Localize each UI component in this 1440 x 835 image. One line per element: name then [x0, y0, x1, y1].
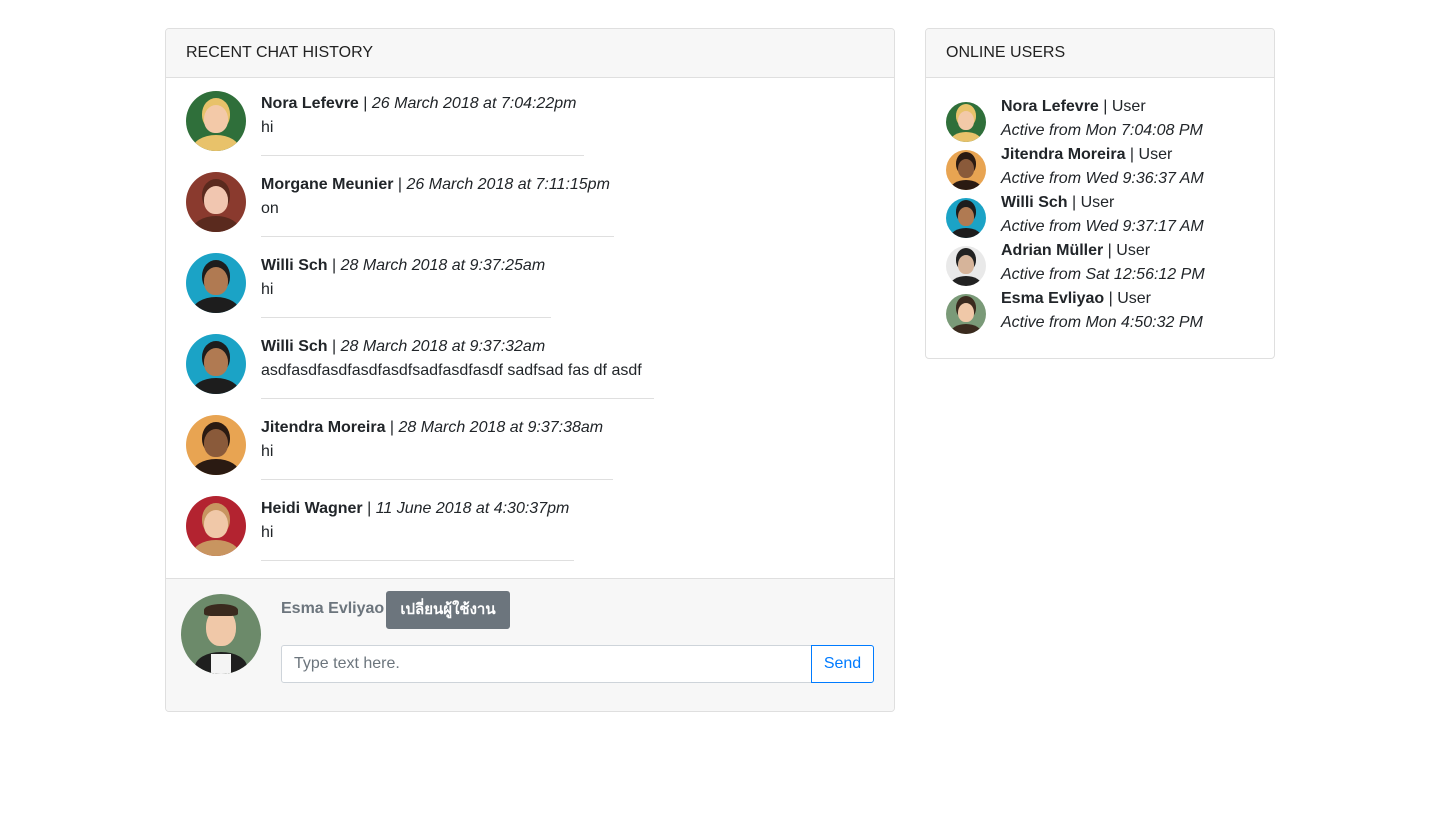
chat-message: Heidi Wagner | 11 June 2018 at 4:30:37pm…	[186, 496, 874, 577]
message-input[interactable]	[281, 645, 812, 683]
message-text: asdfasdfasdfasdfasdfsadfasdfasdf sadfsad…	[261, 362, 642, 379]
chat-message: Willi Sch | 28 March 2018 at 9:37:25am h…	[186, 253, 874, 334]
user-role: User	[1111, 98, 1146, 115]
message-author: Jitendra Moreira	[261, 419, 386, 436]
online-users-list: Nora Lefevre | User Active from Mon 7:04…	[926, 78, 1274, 342]
chat-message: Nora Lefevre | 26 March 2018 at 7:04:22p…	[186, 91, 874, 172]
user-active-since: Active from Mon 4:50:32 PM	[1001, 314, 1203, 331]
avatar	[186, 172, 246, 232]
meta-separator: |	[1103, 242, 1117, 259]
avatar	[946, 246, 986, 286]
user-name: Nora Lefevre	[1001, 98, 1099, 115]
user-name: Willi Sch	[1001, 194, 1068, 211]
message-author: Willi Sch	[261, 338, 328, 355]
message-author: Morgane Meunier	[261, 176, 394, 193]
message-text: hi	[261, 281, 274, 298]
avatar	[946, 294, 986, 334]
message-text: hi	[261, 524, 274, 541]
avatar	[186, 91, 246, 151]
message-timestamp: 26 March 2018 at 7:04:22pm	[371, 95, 577, 112]
user-active-since: Active from Sat 12:56:12 PM	[1001, 266, 1205, 283]
chat-message-list[interactable]: Nora Lefevre | 26 March 2018 at 7:04:22p…	[166, 78, 894, 577]
current-user-name: Esma Evliyao	[281, 600, 385, 617]
message-timestamp: 28 March 2018 at 9:37:25am	[340, 257, 546, 274]
user-role: User	[1117, 290, 1151, 307]
chat-message: Jitendra Moreira | 28 March 2018 at 9:37…	[186, 415, 874, 496]
chat-history-title: RECENT CHAT HISTORY	[166, 29, 894, 78]
meta-separator: |	[327, 338, 341, 355]
avatar	[186, 253, 246, 313]
chat-history-panel: RECENT CHAT HISTORY Nora Lefevre | 26 Ma…	[165, 28, 895, 712]
message-author: Willi Sch	[261, 257, 328, 274]
avatar	[946, 102, 986, 142]
message-text: hi	[261, 443, 274, 460]
message-divider	[261, 155, 584, 156]
message-author: Heidi Wagner	[261, 500, 363, 517]
current-user-avatar	[181, 594, 261, 674]
message-divider	[261, 236, 614, 237]
user-active-since: Active from Mon 7:04:08 PM	[1001, 122, 1203, 139]
online-users-panel: ONLINE USERS Nora Lefevre | User Active …	[925, 28, 1275, 359]
online-user[interactable]: Esma Evliyao | User Active from Mon 4:50…	[946, 290, 1254, 342]
chat-message: Willi Sch | 28 March 2018 at 9:37:32am a…	[186, 334, 874, 415]
user-role: User	[1080, 194, 1115, 211]
meta-separator: |	[1098, 98, 1112, 115]
switch-user-button[interactable]: เปลี่ยนผู้ใช้งาน	[386, 591, 510, 629]
avatar	[186, 415, 246, 475]
message-timestamp: 11 June 2018 at 4:30:37pm	[375, 500, 570, 517]
user-active-since: Active from Wed 9:37:17 AM	[1001, 218, 1204, 235]
message-composer: Esma Evliyao เปลี่ยนผู้ใช้งาน Send	[166, 578, 894, 711]
meta-separator: |	[1104, 290, 1118, 307]
meta-separator: |	[327, 257, 341, 274]
avatar	[186, 334, 246, 394]
message-divider	[261, 560, 574, 561]
user-name: Esma Evliyao	[1001, 290, 1105, 307]
message-divider	[261, 317, 551, 318]
avatar	[946, 150, 986, 190]
message-timestamp: 28 March 2018 at 9:37:32am	[340, 338, 546, 355]
message-text: hi	[261, 119, 274, 136]
message-timestamp: 26 March 2018 at 7:11:15pm	[406, 176, 610, 193]
user-name: Adrian Müller	[1001, 242, 1104, 259]
avatar	[186, 496, 246, 556]
send-button[interactable]: Send	[811, 645, 874, 683]
meta-separator: |	[358, 95, 372, 112]
chat-message: Morgane Meunier | 26 March 2018 at 7:11:…	[186, 172, 874, 253]
message-divider	[261, 398, 654, 399]
avatar	[946, 198, 986, 238]
online-users-title: ONLINE USERS	[926, 29, 1274, 78]
meta-separator: |	[1067, 194, 1081, 211]
meta-separator: |	[1125, 146, 1139, 163]
message-text: on	[261, 200, 279, 217]
user-role: User	[1116, 242, 1151, 259]
meta-separator: |	[385, 419, 399, 436]
message-timestamp: 28 March 2018 at 9:37:38am	[398, 419, 604, 436]
message-divider	[261, 479, 613, 480]
user-role: User	[1138, 146, 1173, 163]
user-active-since: Active from Wed 9:36:37 AM	[1001, 170, 1204, 187]
meta-separator: |	[393, 176, 407, 193]
message-author: Nora Lefevre	[261, 95, 359, 112]
user-name: Jitendra Moreira	[1001, 146, 1126, 163]
meta-separator: |	[362, 500, 376, 517]
